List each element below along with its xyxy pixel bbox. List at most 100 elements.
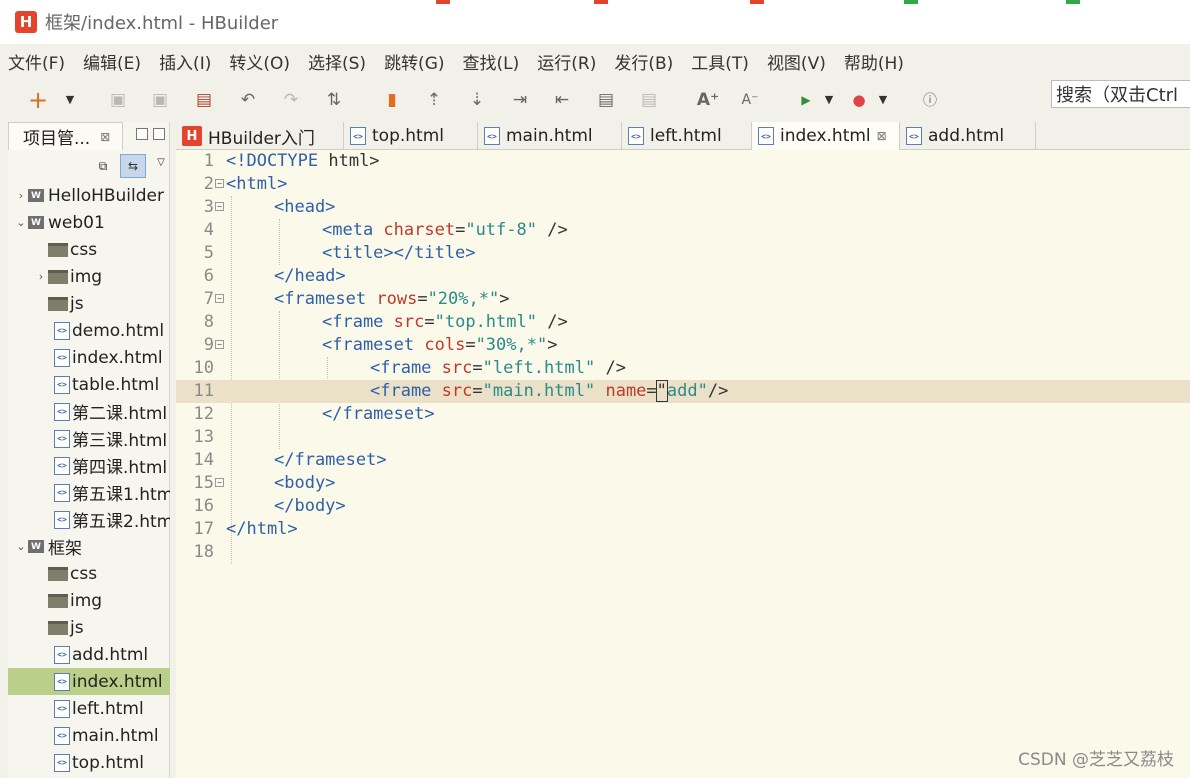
chrome-icon[interactable]: ● (847, 88, 871, 112)
code-line[interactable]: 9− <frameset cols="30%,*"> (176, 334, 1190, 357)
goto-bottom-icon[interactable]: ⇣ (465, 88, 489, 112)
editor-tab[interactable]: <> left.html (622, 122, 752, 150)
code-line[interactable]: 14 </frameset> (176, 449, 1190, 472)
code-line[interactable]: 3− <head> (176, 196, 1190, 219)
editor-tab[interactable]: H HBuilder入门 (176, 122, 344, 150)
menu-item[interactable]: 跳转(G) (382, 47, 446, 76)
chevron-right-icon[interactable]: › (34, 270, 48, 283)
code-line[interactable]: 16 </body> (176, 495, 1190, 518)
code-editor[interactable]: 1 <!DOCTYPE html> 2− <html> 3− <head> 4 <meta c… (176, 150, 1190, 778)
code-line[interactable]: 10 <frame src="left.html" /> (176, 357, 1190, 380)
menu-item[interactable]: 运行(R) (535, 47, 598, 76)
folder-icon (48, 242, 68, 257)
menu-item[interactable]: 插入(I) (157, 47, 213, 76)
tree-item[interactable]: ⌄ W 框架 (8, 533, 170, 560)
code-line[interactable]: 7− <frameset rows="20%,*"> (176, 288, 1190, 311)
editor-tab[interactable]: <> main.html (478, 122, 622, 150)
menu-item[interactable]: 转义(O) (227, 47, 292, 76)
editor-tab[interactable]: <> index.html ⊠ (752, 122, 900, 150)
chevron-right-icon[interactable]: › (14, 189, 28, 202)
menu-item[interactable]: 文件(F) (6, 47, 67, 76)
menu-item[interactable]: 工具(T) (689, 47, 751, 76)
redo-icon[interactable]: ↷ (279, 88, 303, 112)
view-menu-icon[interactable]: ▽ (148, 150, 174, 174)
code-line[interactable]: 18 (176, 541, 1190, 564)
fold-toggle-icon[interactable]: − (215, 202, 224, 211)
tree-item[interactable]: <> 第五课1.html (8, 479, 170, 506)
tree-item[interactable]: <> index.html (8, 344, 170, 371)
tree-item[interactable]: img (8, 587, 170, 614)
project-manager-tab[interactable]: 项目管... ⊠ (8, 122, 123, 150)
new-dropdown-icon[interactable]: ▼ (63, 92, 77, 106)
run-dropdown-icon[interactable]: ▼ (822, 92, 836, 106)
fold-toggle-icon[interactable]: − (215, 294, 224, 303)
tree-item[interactable]: <> 第四课.html (8, 452, 170, 479)
tree-item[interactable]: <> 第二课.html (8, 398, 170, 425)
font-increase-icon[interactable]: A⁺ (696, 88, 720, 112)
search-input[interactable]: 搜索（双击Ctrl (1051, 80, 1190, 108)
code-line[interactable]: 13 (176, 426, 1190, 449)
tree-item[interactable]: <> add.html (8, 641, 170, 668)
outdent-icon[interactable]: ⇤ (550, 88, 574, 112)
fold-toggle-icon[interactable]: − (215, 179, 224, 188)
tree-item[interactable]: <> 第三课.html (8, 425, 170, 452)
tree-item[interactable]: › img (8, 263, 170, 290)
tree-item[interactable]: › W HelloHBuilder (8, 182, 170, 209)
link-editor-icon[interactable]: ⇆ (120, 154, 146, 178)
indent-icon[interactable]: ⇥ (508, 88, 532, 112)
format-icon[interactable]: ⇅ (322, 88, 346, 112)
tree-item[interactable]: <> left.html (8, 695, 170, 722)
font-decrease-icon[interactable]: A⁻ (738, 88, 762, 112)
undo-icon[interactable]: ↶ (236, 88, 260, 112)
code-line[interactable]: 4 <meta charset="utf-8" /> (176, 219, 1190, 242)
maximize-icon[interactable] (153, 128, 165, 140)
bookmark-icon[interactable]: ▮ (380, 88, 404, 112)
code-line[interactable]: 8 <frame src="top.html" /> (176, 311, 1190, 334)
code-line[interactable]: 6 </head> (176, 265, 1190, 288)
code-line[interactable]: 1 <!DOCTYPE html> (176, 150, 1190, 173)
tree-item[interactable]: css (8, 560, 170, 587)
menu-item[interactable]: 视图(V) (765, 47, 828, 76)
code-line[interactable]: 11 <frame src="main.html" name="add"/> (176, 380, 1190, 403)
tree-item[interactable]: <> 第五课2.html (8, 506, 170, 533)
comment-icon[interactable]: ▤ (594, 88, 618, 112)
close-icon[interactable]: ⊠ (100, 130, 110, 144)
menu-item[interactable]: 查找(L) (461, 47, 522, 76)
menu-item[interactable]: 发行(B) (612, 47, 675, 76)
code-line[interactable]: 17 </html> (176, 518, 1190, 541)
code-line[interactable]: 15− <body> (176, 472, 1190, 495)
menu-item[interactable]: 帮助(H) (842, 47, 906, 76)
new-icon[interactable]: + (26, 86, 50, 114)
tree-item[interactable]: <> table.html (8, 371, 170, 398)
menu-item[interactable]: 编辑(E) (81, 47, 143, 76)
collapse-all-icon[interactable]: ⧉ (90, 154, 116, 178)
goto-top-icon[interactable]: ⇡ (422, 88, 446, 112)
chevron-down-icon[interactable]: ⌄ (14, 216, 28, 229)
tree-item[interactable]: <> top.html (8, 749, 170, 776)
info-icon[interactable]: ⓘ (918, 88, 942, 112)
save-all-icon[interactable]: ▣ (148, 88, 172, 112)
minimize-icon[interactable] (136, 128, 148, 140)
code-line[interactable]: 12 </frameset> (176, 403, 1190, 426)
menu-item[interactable]: 选择(S) (306, 47, 368, 76)
uncomment-icon[interactable]: ▤ (637, 88, 661, 112)
fold-toggle-icon[interactable]: − (215, 340, 224, 349)
run-icon[interactable]: ▶ (794, 88, 818, 112)
preview-icon[interactable]: ▤ (192, 88, 216, 112)
code-line[interactable]: 2− <html> (176, 173, 1190, 196)
tree-item[interactable]: <> index.html (8, 668, 170, 695)
save-icon[interactable]: ▣ (106, 88, 130, 112)
chevron-down-icon[interactable]: ⌄ (14, 540, 28, 553)
tree-item[interactable]: js (8, 614, 170, 641)
browser-dropdown-icon[interactable]: ▼ (876, 92, 890, 106)
fold-toggle-icon[interactable]: − (215, 478, 224, 487)
editor-tab[interactable]: <> top.html (344, 122, 478, 150)
tree-item[interactable]: <> main.html (8, 722, 170, 749)
tree-item[interactable]: ⌄ Wweb01 (8, 209, 170, 236)
code-line[interactable]: 5 <title></title> (176, 242, 1190, 265)
tree-item[interactable]: css (8, 236, 170, 263)
close-icon[interactable]: ⊠ (877, 129, 887, 143)
editor-tab[interactable]: <> add.html (900, 122, 1036, 150)
tree-item[interactable]: js (8, 290, 170, 317)
tree-item[interactable]: <> demo.html (8, 317, 170, 344)
